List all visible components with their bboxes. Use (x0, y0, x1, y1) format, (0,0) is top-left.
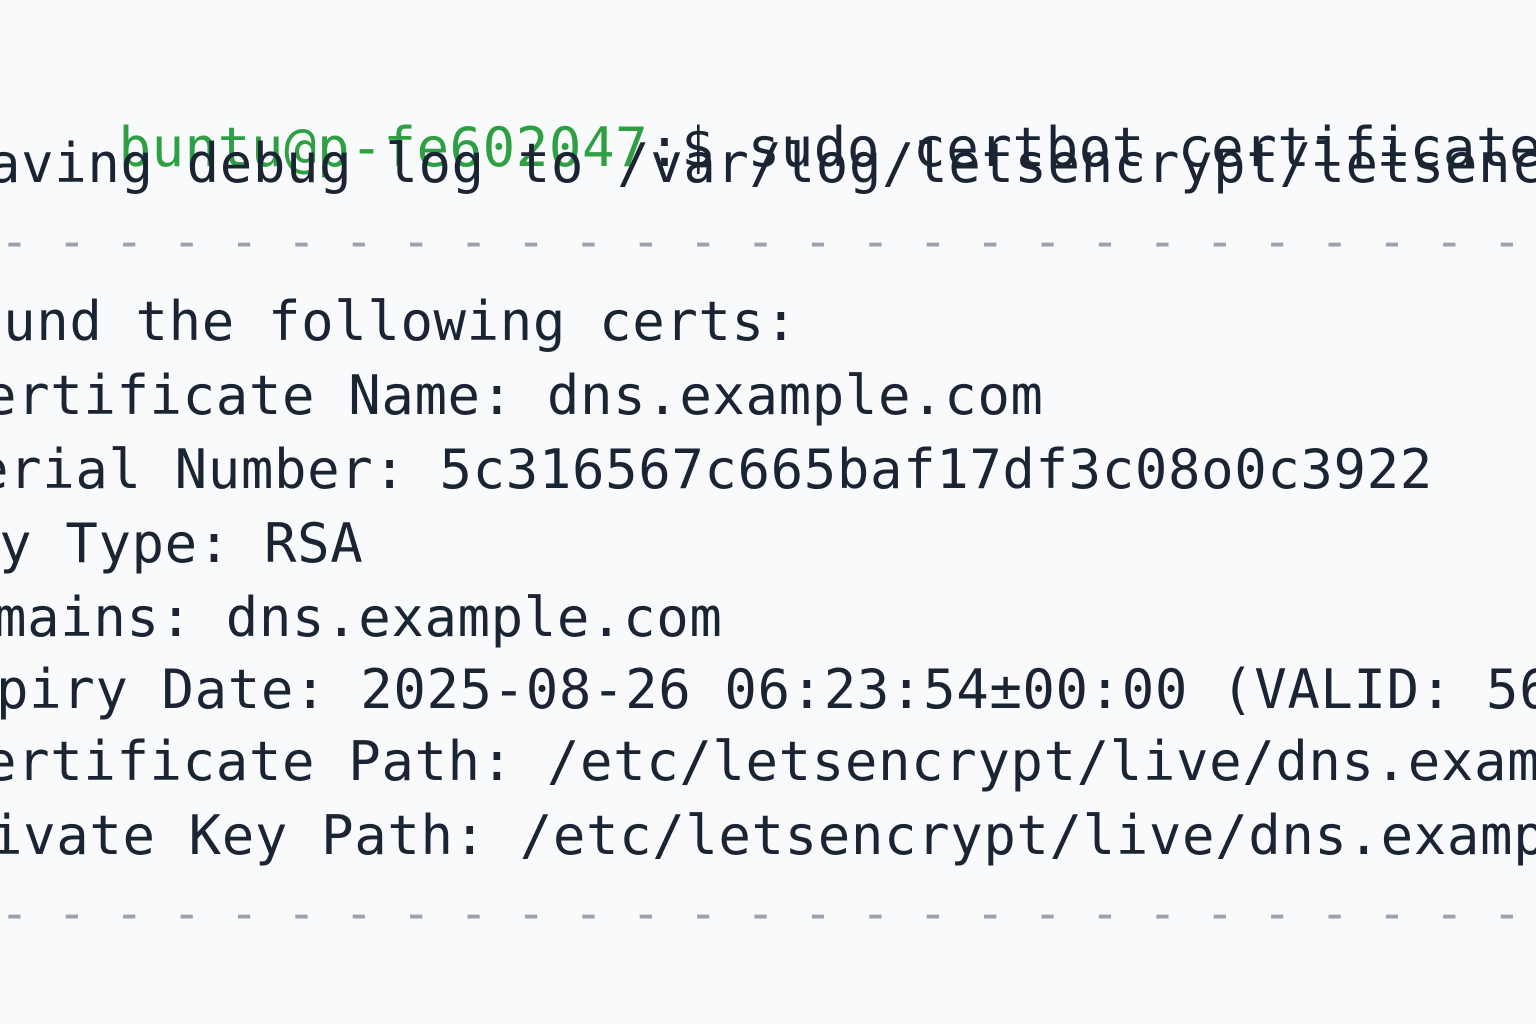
certificate-path-line: ertificate Path: /etc/letsencrypt/live/d… (0, 730, 1536, 793)
serial-number-line: erial Number: 5c316567c665baf17df3c08o0c… (0, 438, 1433, 501)
certificate-name-line: ertificate Name: dns.example.com (0, 364, 1044, 427)
key-type-line: ey Type: RSA (0, 512, 364, 575)
domains-line: mains: dns.example.com (0, 586, 723, 649)
separator-top: - - - - - - - - - - - - - - - - - - - - … (0, 214, 1522, 270)
terminal-window[interactable]: buntu@p-fe602047:$ sudo certbot certific… (0, 0, 1536, 1024)
debug-log-line: aving debug log to /var/log/letsencrypt/… (0, 132, 1536, 195)
private-key-path-line: ivate Key Path: /etc/letsencrypt/live/dn… (0, 804, 1536, 867)
found-certs-line: ound the following certs: (0, 290, 798, 353)
expiry-date-line: piry Date: 2025-08-26 06:23:54±00:00 (VA… (0, 658, 1536, 721)
separator-bottom: - - - - - - - - - - - - - - - - - - - - … (0, 886, 1522, 942)
